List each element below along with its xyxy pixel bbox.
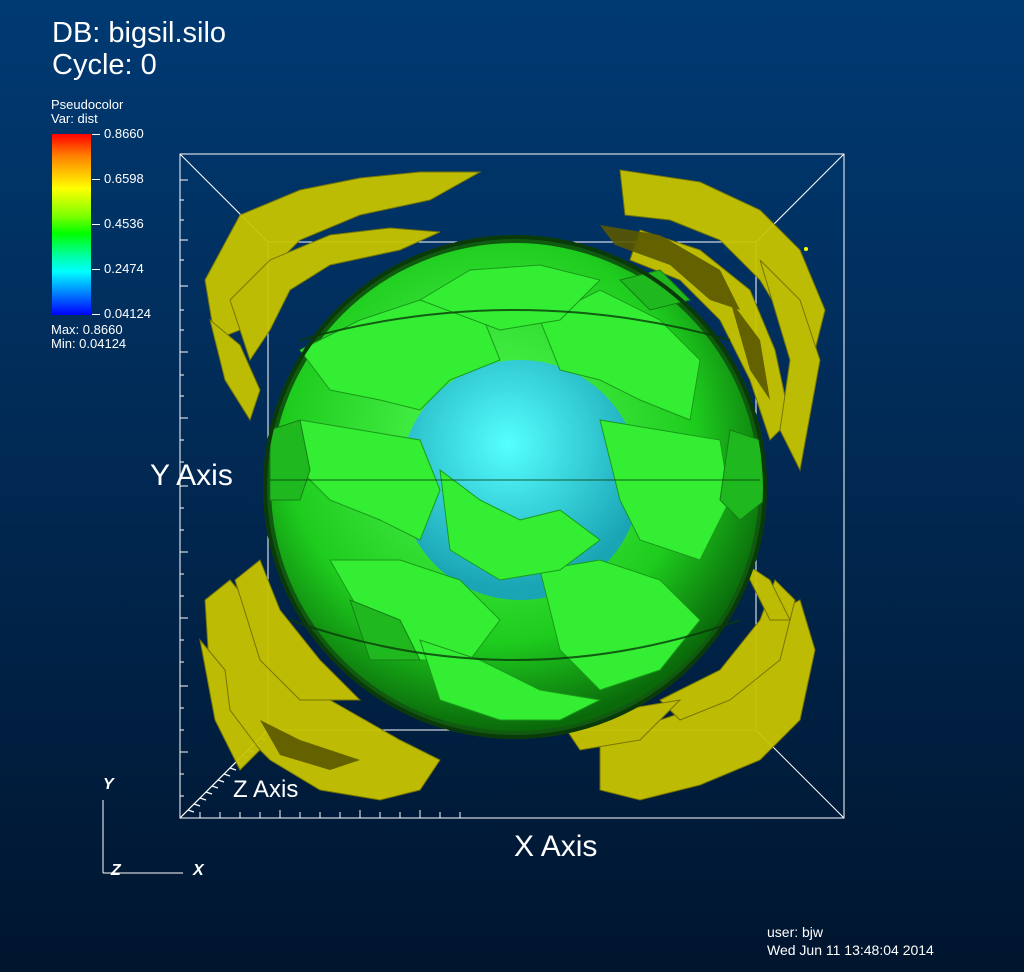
triad-x-label: X	[193, 862, 204, 879]
legend-tick-mark	[92, 134, 100, 135]
timestamp-label: Wed Jun 11 13:48:04 2014	[767, 942, 934, 958]
triad-z-label: Z	[111, 862, 121, 879]
cycle-label: Cycle: 0	[52, 49, 157, 81]
legend-tick-label: 0.8660	[104, 126, 144, 141]
triad-y-label: Y	[103, 776, 114, 793]
legend-plot-type: Pseudocolor	[51, 97, 124, 112]
y-axis-title: Y Axis	[150, 459, 233, 492]
legend-min: Min: 0.04124	[51, 336, 127, 351]
database-label: DB: bigsil.silo	[52, 17, 227, 49]
x-axis-ticks	[199, 810, 461, 818]
legend-max: Max: 0.8660	[51, 322, 123, 337]
legend-variable: Var: dist	[51, 111, 98, 126]
legend-tick-mark	[92, 269, 100, 270]
legend-tick-mark	[92, 179, 100, 180]
legend-tick-label: 0.4536	[104, 216, 144, 231]
middle-isosurface	[263, 235, 767, 739]
legend-tick-label: 0.6598	[104, 171, 144, 186]
x-axis-title: X Axis	[514, 830, 598, 863]
legend-color-bar	[52, 134, 91, 315]
z-axis-title: Z Axis	[233, 776, 299, 803]
user-label: user: bjw	[767, 924, 824, 940]
legend-tick-mark	[92, 314, 100, 315]
small-fragment	[804, 247, 808, 251]
legend-tick-label: 0.04124	[104, 306, 151, 321]
legend-tick-label: 0.2474	[104, 261, 144, 276]
legend-tick-mark	[92, 224, 100, 225]
